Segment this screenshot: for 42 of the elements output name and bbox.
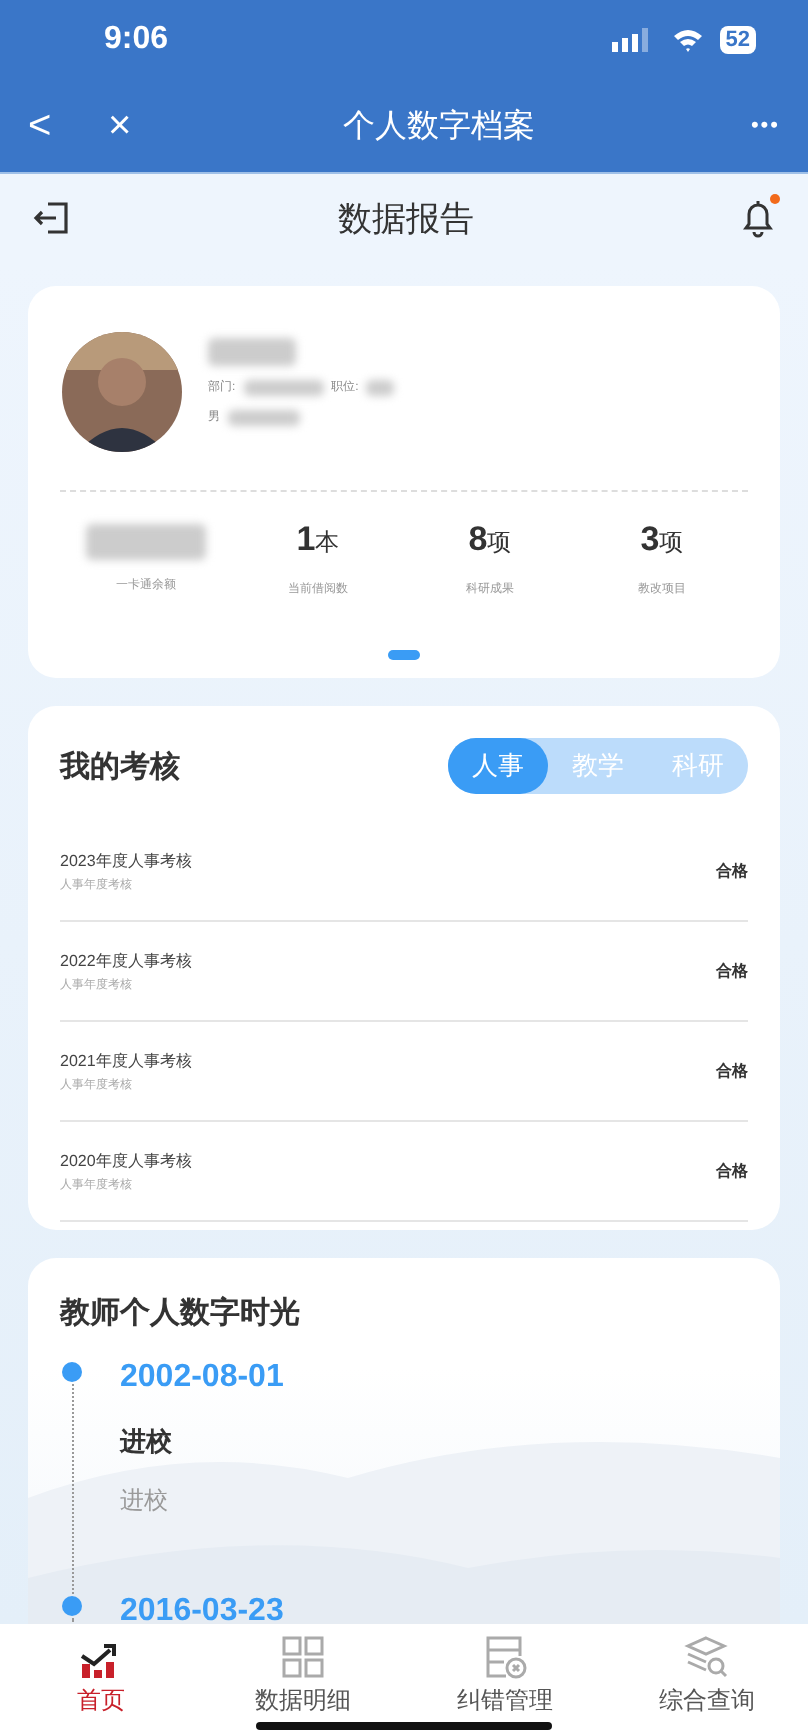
redacted-value xyxy=(228,409,300,425)
timeline-dot xyxy=(60,1594,84,1618)
stat-value: 1本 xyxy=(296,520,340,562)
more-button[interactable]: ••• xyxy=(750,114,780,138)
battery-level: 52 xyxy=(719,26,756,54)
stat-value: 3项 xyxy=(640,520,684,562)
review-name: 2022年度人事考核 xyxy=(60,949,192,971)
close-button[interactable]: × xyxy=(108,103,188,149)
form-icon xyxy=(482,1634,528,1680)
tab-bar-item[interactable]: 首页 xyxy=(0,1624,202,1732)
grid-icon xyxy=(280,1634,326,1680)
event-date: 2002-08-01 xyxy=(120,1360,284,1394)
section-title: 我的考核 xyxy=(60,747,180,785)
stat-value: 8项 xyxy=(468,520,512,562)
redacted-name xyxy=(208,338,296,366)
status-time: 9:06 xyxy=(104,22,171,58)
review-name: 2023年度人事考核 xyxy=(60,849,192,871)
segment-tab[interactable]: 人事 xyxy=(448,738,548,794)
review-result: 合格 xyxy=(716,960,748,982)
event-description: 进校 xyxy=(120,1484,170,1518)
redacted-value xyxy=(243,379,324,395)
back-button[interactable]: < xyxy=(28,103,108,149)
page-title: 数据报告 xyxy=(336,197,476,241)
logout-icon[interactable] xyxy=(32,200,72,236)
tab-bar-item[interactable]: 纠错管理 xyxy=(404,1624,606,1732)
window-title: 个人数字档案 xyxy=(341,106,538,147)
review-result: 合格 xyxy=(716,1060,748,1082)
timeline-dot xyxy=(60,1360,84,1384)
layers-search-icon xyxy=(684,1634,730,1680)
review-result: 合格 xyxy=(716,1160,748,1182)
review-name: 2021年度人事考核 xyxy=(60,1049,192,1071)
tab-bar-item[interactable]: 数据明细 xyxy=(202,1624,404,1732)
redacted-value xyxy=(366,379,395,395)
bell-icon[interactable] xyxy=(740,198,776,238)
wifi-icon xyxy=(671,28,704,52)
event-title: 进校 xyxy=(120,1424,174,1460)
tab-bar-item[interactable]: 综合查询 xyxy=(606,1624,808,1732)
review-name: 2020年度人事考核 xyxy=(60,1149,192,1171)
page-indicator xyxy=(388,650,420,660)
section-title: 教师个人数字时光 xyxy=(60,1294,302,1332)
review-result: 合格 xyxy=(716,860,748,882)
event-date: 2016-03-23 xyxy=(120,1594,284,1624)
